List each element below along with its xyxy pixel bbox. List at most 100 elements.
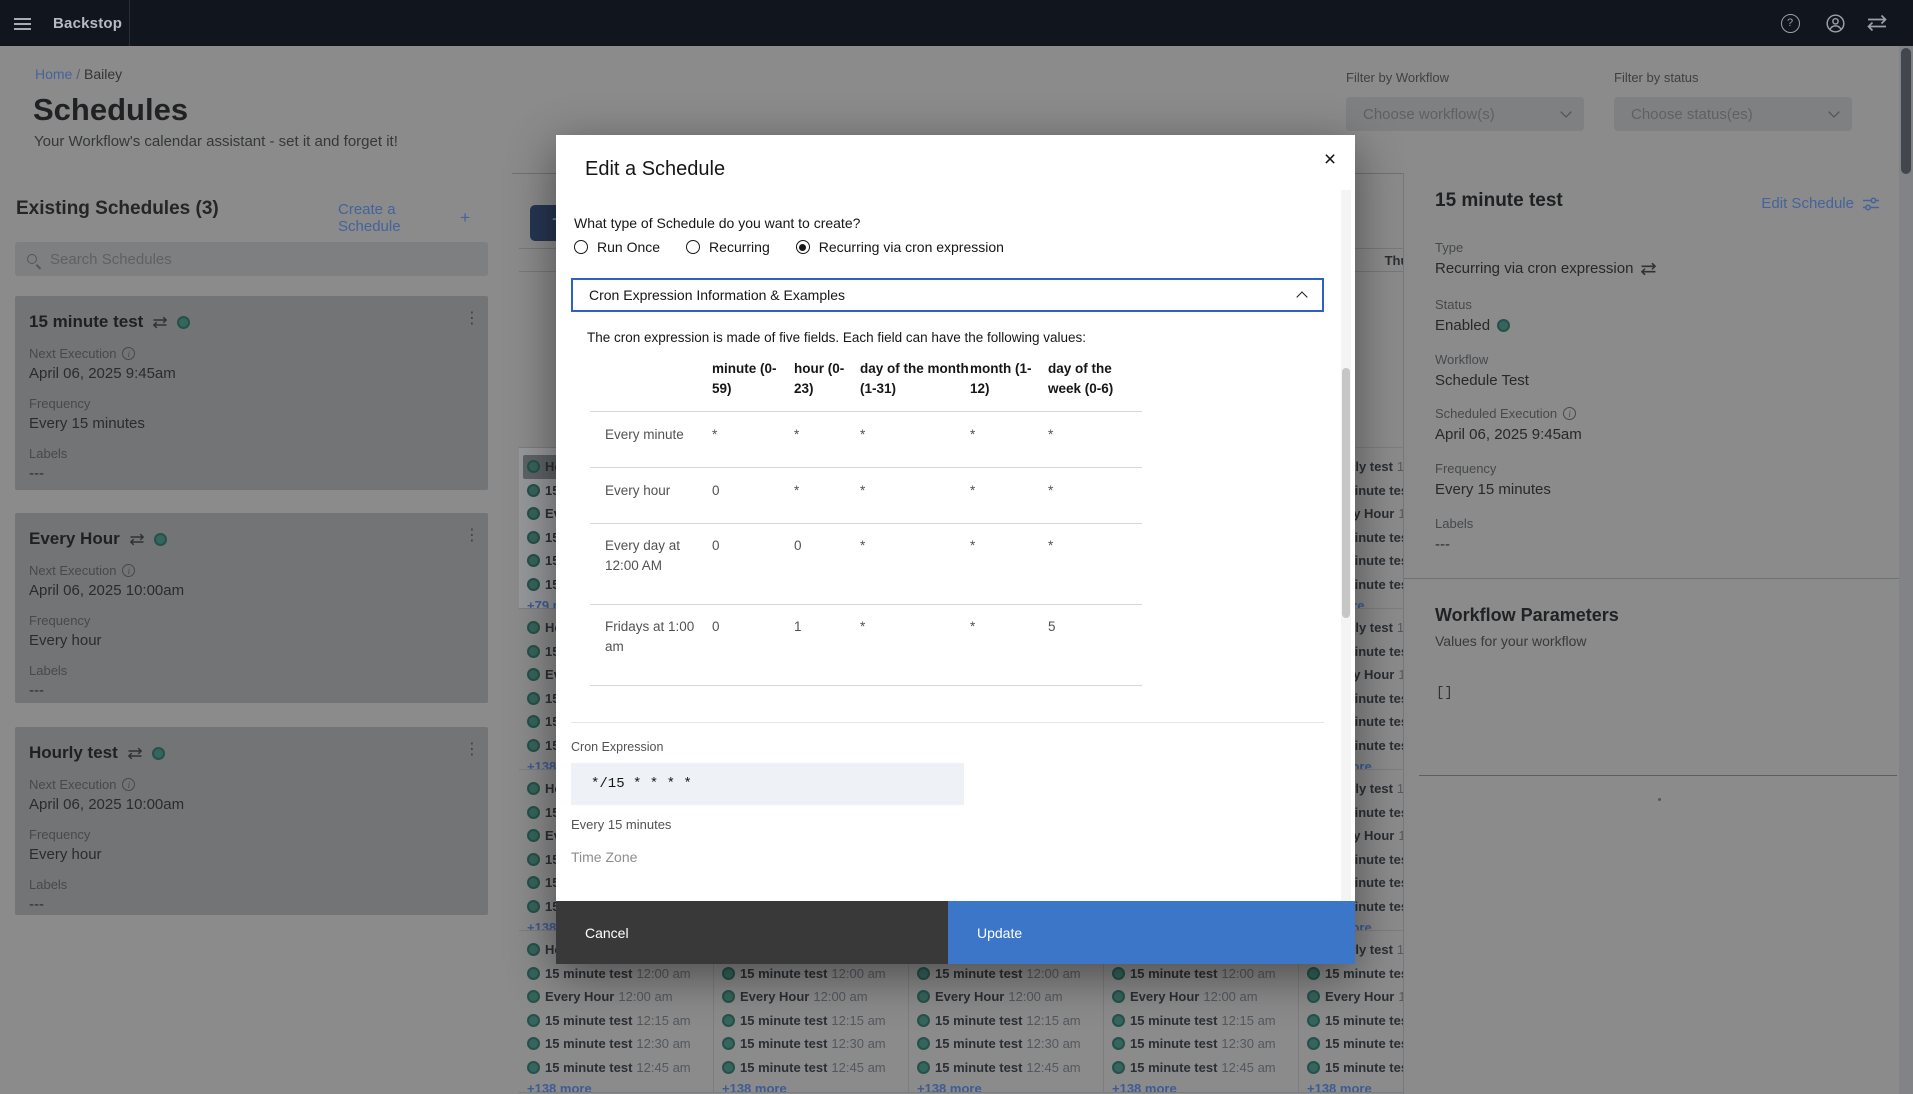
event-status-dot — [917, 1014, 930, 1027]
search-input[interactable] — [50, 251, 450, 268]
calendar-event[interactable]: 15 minute test12:30 am — [527, 1032, 711, 1056]
calendar-event[interactable]: 15 minute test12:00 am — [1112, 962, 1296, 986]
labels-label: Labels — [29, 877, 474, 892]
event-time: 12:00 am — [1221, 966, 1275, 981]
event-time: 12:45 am — [1026, 1060, 1080, 1075]
top-bar: Backstop ? — [0, 0, 1913, 46]
help-icon[interactable]: ? — [1779, 12, 1801, 34]
more-events-link[interactable]: +138 more — [527, 1081, 711, 1093]
create-schedule-button[interactable]: Create a Schedule + — [338, 201, 470, 235]
update-button[interactable]: Update — [948, 901, 1355, 964]
calendar-event[interactable]: Every Hour12:00 am — [722, 985, 906, 1009]
info-icon[interactable]: i — [122, 778, 135, 791]
menu-icon[interactable] — [14, 15, 31, 31]
timezone-label: Time Zone — [571, 849, 637, 865]
calendar-event[interactable]: 15 minute test12:30 am — [722, 1032, 906, 1056]
modal-scrollbar[interactable] — [1341, 190, 1351, 901]
page-scrollbar-thumb[interactable] — [1901, 48, 1911, 174]
calendar-event[interactable]: 15 minute test12:15 am — [1112, 1009, 1296, 1033]
calendar-event[interactable]: 15 minute test12:15 am — [917, 1009, 1101, 1033]
accordion-bottom-border — [571, 722, 1324, 723]
repeat-icon — [1640, 262, 1657, 276]
cron-row-label: Every minute — [590, 425, 712, 445]
cron-cell-value: 5 — [1048, 617, 1140, 657]
breadcrumb-home-link[interactable]: Home — [35, 66, 72, 82]
cron-cell-value: * — [860, 425, 970, 445]
event-text: 15 minute test12:15 am — [545, 1013, 691, 1028]
calendar-event[interactable]: 15 minute test12:45 am — [527, 1056, 711, 1080]
calendar-event[interactable]: 15 minute test12:00 am — [917, 962, 1101, 986]
accordion-label: Cron Expression Information & Examples — [589, 287, 1298, 303]
cron-table-row: Every hour0**** — [590, 468, 1142, 524]
event-time: 12:15 am — [1221, 1013, 1275, 1028]
labels-value: --- — [29, 682, 474, 699]
schedule-search[interactable] — [15, 242, 488, 276]
radio-button[interactable] — [686, 240, 700, 254]
event-text: 15 minute test12:00 am — [740, 966, 886, 981]
labels-value: --- — [29, 465, 474, 482]
radio-option[interactable]: Recurring via cron expression — [796, 239, 1004, 255]
event-status-dot — [527, 739, 540, 752]
schedule-card[interactable]: Every Hour⋮Next ExecutioniApril 06, 2025… — [15, 513, 488, 703]
calendar-event[interactable]: 15 minute test12:45 am — [722, 1056, 906, 1080]
calendar-event[interactable]: 15 minute test12:30 am — [1112, 1032, 1296, 1056]
radio-option[interactable]: Recurring — [686, 239, 770, 255]
close-icon[interactable]: × — [1315, 145, 1345, 175]
filter-status-select[interactable]: Choose status(es) — [1614, 97, 1852, 131]
status-dot — [154, 533, 167, 546]
event-name: 15 minute test — [1130, 1036, 1217, 1051]
filter-workflow-select[interactable]: Choose workflow(s) — [1346, 97, 1584, 131]
frequency-value: Every hour — [29, 846, 474, 863]
radio-button-selected[interactable] — [796, 240, 810, 254]
filter-status-label: Filter by status — [1614, 70, 1852, 85]
panel-divider — [1404, 578, 1900, 579]
calendar-event[interactable]: 15 minute test12:15 am — [722, 1009, 906, 1033]
calendar-event[interactable]: Every Hour12:00 am — [1112, 985, 1296, 1009]
info-icon[interactable]: i — [122, 564, 135, 577]
edit-schedule-link[interactable]: Edit Schedule — [1761, 195, 1880, 212]
more-events-link[interactable]: +138 more — [722, 1081, 906, 1093]
calendar-event[interactable]: 15 minute test12:30 am — [917, 1032, 1101, 1056]
more-events-link[interactable]: +138 more — [1112, 1081, 1296, 1093]
event-time: 12:00 am — [1203, 989, 1257, 1004]
kebab-menu-icon[interactable]: ⋮ — [464, 525, 480, 544]
event-name: 15 minute test — [1325, 966, 1412, 981]
status-dot — [152, 747, 165, 760]
cron-info-accordion[interactable]: Cron Expression Information & Examples — [571, 278, 1324, 312]
schedule-type-radio-group: Run Once Recurring Recurring via cron expr… — [574, 239, 1004, 255]
cron-intro-text: The cron expression is made of five fiel… — [587, 330, 1086, 345]
page-scrollbar[interactable] — [1899, 46, 1913, 1094]
calendar-event[interactable]: 15 minute test12:45 am — [917, 1056, 1101, 1080]
calendar-event[interactable]: 15 minute test12:45 am — [1112, 1056, 1296, 1080]
detail-field-frequency: Frequency Every 15 minutes — [1435, 461, 1551, 498]
cron-table-row: Fridays at 1:00 am01**5 — [590, 605, 1142, 686]
event-time: 12:00 am — [618, 989, 672, 1004]
calendar-event[interactable]: 15 minute test12:00 am — [722, 962, 906, 986]
more-events-link[interactable]: +138 more — [917, 1081, 1101, 1093]
switcher-icon[interactable] — [1866, 12, 1888, 34]
calendar-event[interactable]: 15 minute test12:15 am — [527, 1009, 711, 1033]
info-icon[interactable]: i — [1563, 407, 1576, 420]
user-icon[interactable] — [1824, 12, 1846, 34]
radio-button[interactable] — [574, 240, 588, 254]
modal-scrollbar-thumb[interactable] — [1342, 368, 1350, 618]
schedule-detail-panel: 15 minute test Edit Schedule Type Recurr… — [1403, 173, 1899, 1094]
kebab-menu-icon[interactable]: ⋮ — [464, 308, 480, 327]
event-status-dot — [527, 1061, 540, 1074]
event-status-dot — [1307, 967, 1320, 980]
radio-option[interactable]: Run Once — [574, 239, 660, 255]
info-icon[interactable]: i — [122, 347, 135, 360]
schedule-card[interactable]: Hourly test⋮Next ExecutioniApril 06, 202… — [15, 727, 488, 915]
event-text: 15 minute test12:45 am — [545, 1060, 691, 1075]
calendar-event[interactable]: Every Hour12:00 am — [917, 985, 1101, 1009]
cancel-button[interactable]: Cancel — [556, 901, 948, 964]
cron-column-header: minute (0-59) — [712, 359, 794, 399]
cron-cell-value: * — [712, 425, 794, 445]
detail-field-workflow: Workflow Schedule Test — [1435, 352, 1529, 389]
schedule-card[interactable]: 15 minute test⋮Next ExecutioniApril 06, … — [15, 296, 488, 490]
cron-expression-input[interactable] — [571, 763, 964, 805]
event-text: 15 minute test12:30 am — [1130, 1036, 1276, 1051]
calendar-event[interactable]: 15 minute test12:00 am — [527, 962, 711, 986]
kebab-menu-icon[interactable]: ⋮ — [464, 739, 480, 758]
calendar-event[interactable]: Every Hour12:00 am — [527, 985, 711, 1009]
